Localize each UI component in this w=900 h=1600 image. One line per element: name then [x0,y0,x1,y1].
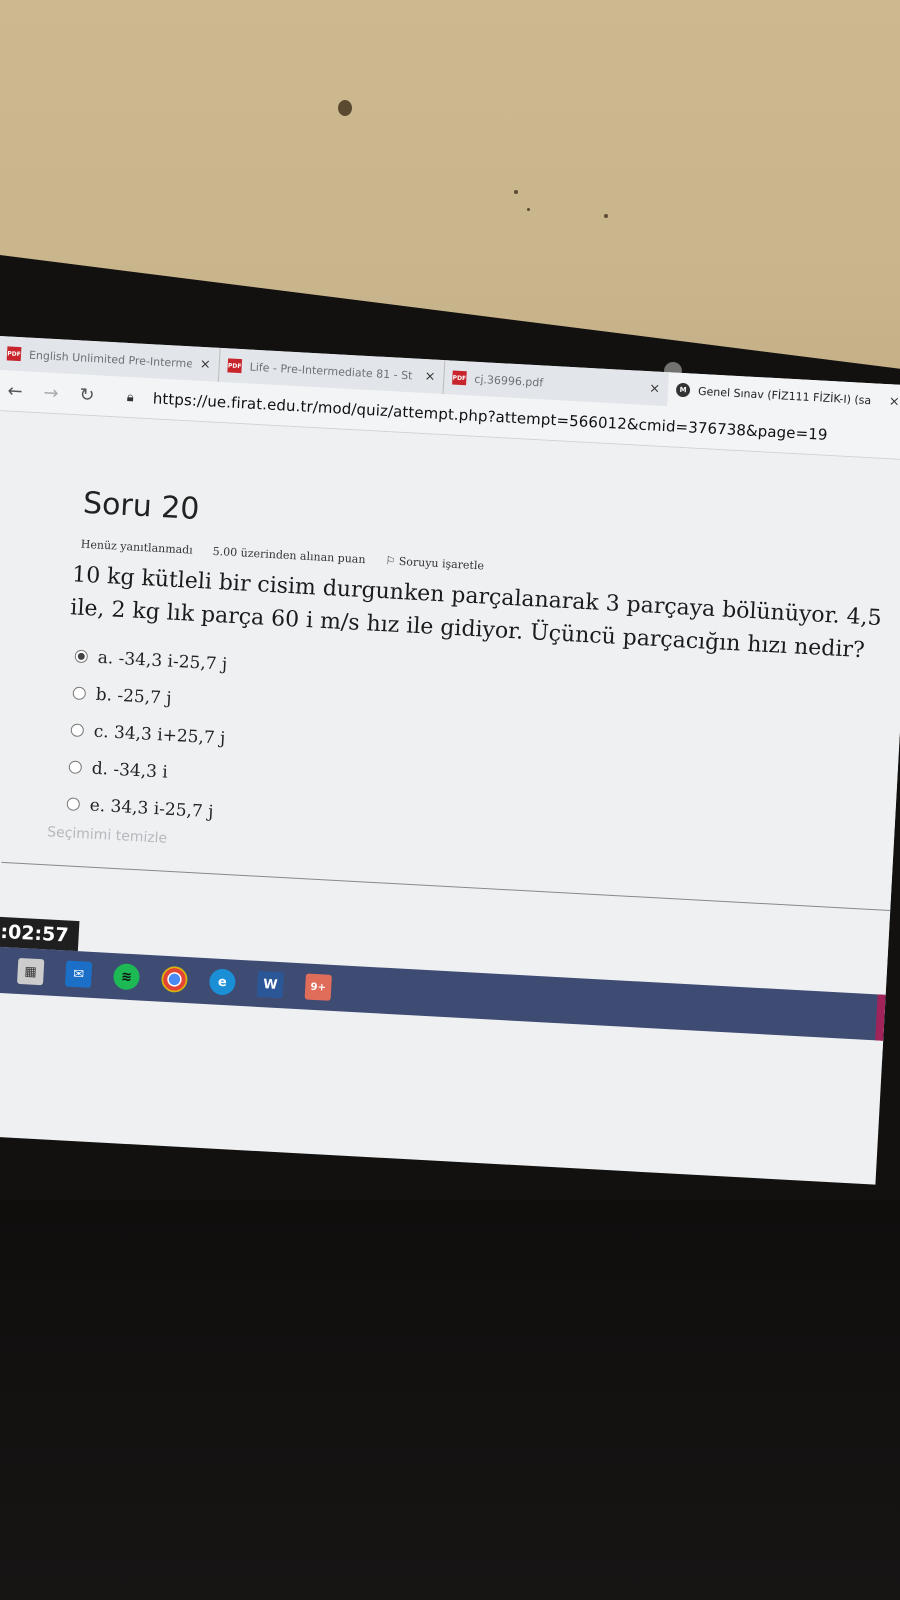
extra-app-icon[interactable]: 9+ [304,973,332,1001]
close-tab-icon[interactable]: × [424,369,436,385]
question-title: Soru 20 [82,485,201,528]
option-label: c. 34,3 i+25,7 j [93,721,226,749]
forward-arrow-icon[interactable]: → [32,381,69,404]
mail-icon[interactable]: ✉ [64,960,93,988]
radio-button[interactable] [70,723,85,738]
chrome-icon[interactable] [160,965,189,994]
tab-title: cj.36996.pdf [474,372,544,389]
pdf-icon: PDF [452,370,467,386]
edge-icon[interactable]: e [208,968,237,996]
flag-question-link[interactable]: ⚐ Soruyu işaretle [385,554,484,572]
option-label: a. -34,3 i-25,7 j [97,647,228,675]
flag-icon: ⚐ [385,554,400,568]
question-status: Henüz yanıtlanmadı [80,537,194,557]
radio-button[interactable] [74,649,89,664]
radio-button[interactable] [68,760,83,775]
reload-icon[interactable]: ↻ [68,383,105,406]
answer-option-e[interactable]: e. 34,3 i-25,7 j [66,785,223,830]
wall-mark [604,214,608,218]
quiz-timer: e 0:02:57 [0,915,80,952]
store-icon[interactable]: ▦ [16,957,45,986]
radio-button[interactable] [66,797,81,811]
clear-selection-link[interactable]: Seçimimi temizle [47,824,168,846]
quiz-page: Soru 20 Henüz yanıtlanmadı 5.00 üzerinde… [0,410,900,1060]
radio-button[interactable] [72,686,87,701]
tab-title: English Unlimited Pre-Interme [28,348,193,370]
option-label: e. 34,3 i-25,7 j [89,795,214,822]
moodle-icon: M [675,382,691,398]
photo-scene: PDF English Unlimited Pre-Interme × PDF … [0,0,900,1600]
wall-mark [527,208,530,211]
question-points: 5.00 üzerinden alınan puan [212,544,366,567]
back-arrow-icon[interactable]: ← [0,379,34,402]
spotify-icon[interactable]: ≋ [112,963,141,991]
pdf-icon: PDF [6,346,22,362]
wall-mark [514,190,518,194]
close-tab-icon[interactable]: × [199,356,211,372]
tab-title: Life - Pre-Intermediate 81 - St [249,360,413,382]
word-icon[interactable]: W [256,970,285,999]
answer-options: a. -34,3 i-25,7 j b. -25,7 j c. 34,3 i+2… [66,638,231,831]
flag-label: Soruyu işaretle [398,554,485,573]
pdf-icon: PDF [227,358,243,374]
wall-mark [338,100,352,116]
laptop-screen: PDF English Unlimited Pre-Interme × PDF … [0,336,900,1185]
close-tab-icon[interactable]: × [888,394,900,410]
option-label: d. -34,3 i [91,758,169,783]
close-tab-icon[interactable]: × [649,381,661,397]
option-label: b. -25,7 j [95,684,173,709]
windows-taskbar: ▦ ✉ ≋ e W 9+ [0,945,886,1041]
tab-title: Genel Sınav (FİZ111 FİZİK-I) (sa [697,384,872,407]
laptop-keyboard [0,1200,900,1600]
divider [1,861,891,911]
lock-icon: 🔒︎ [126,389,135,405]
